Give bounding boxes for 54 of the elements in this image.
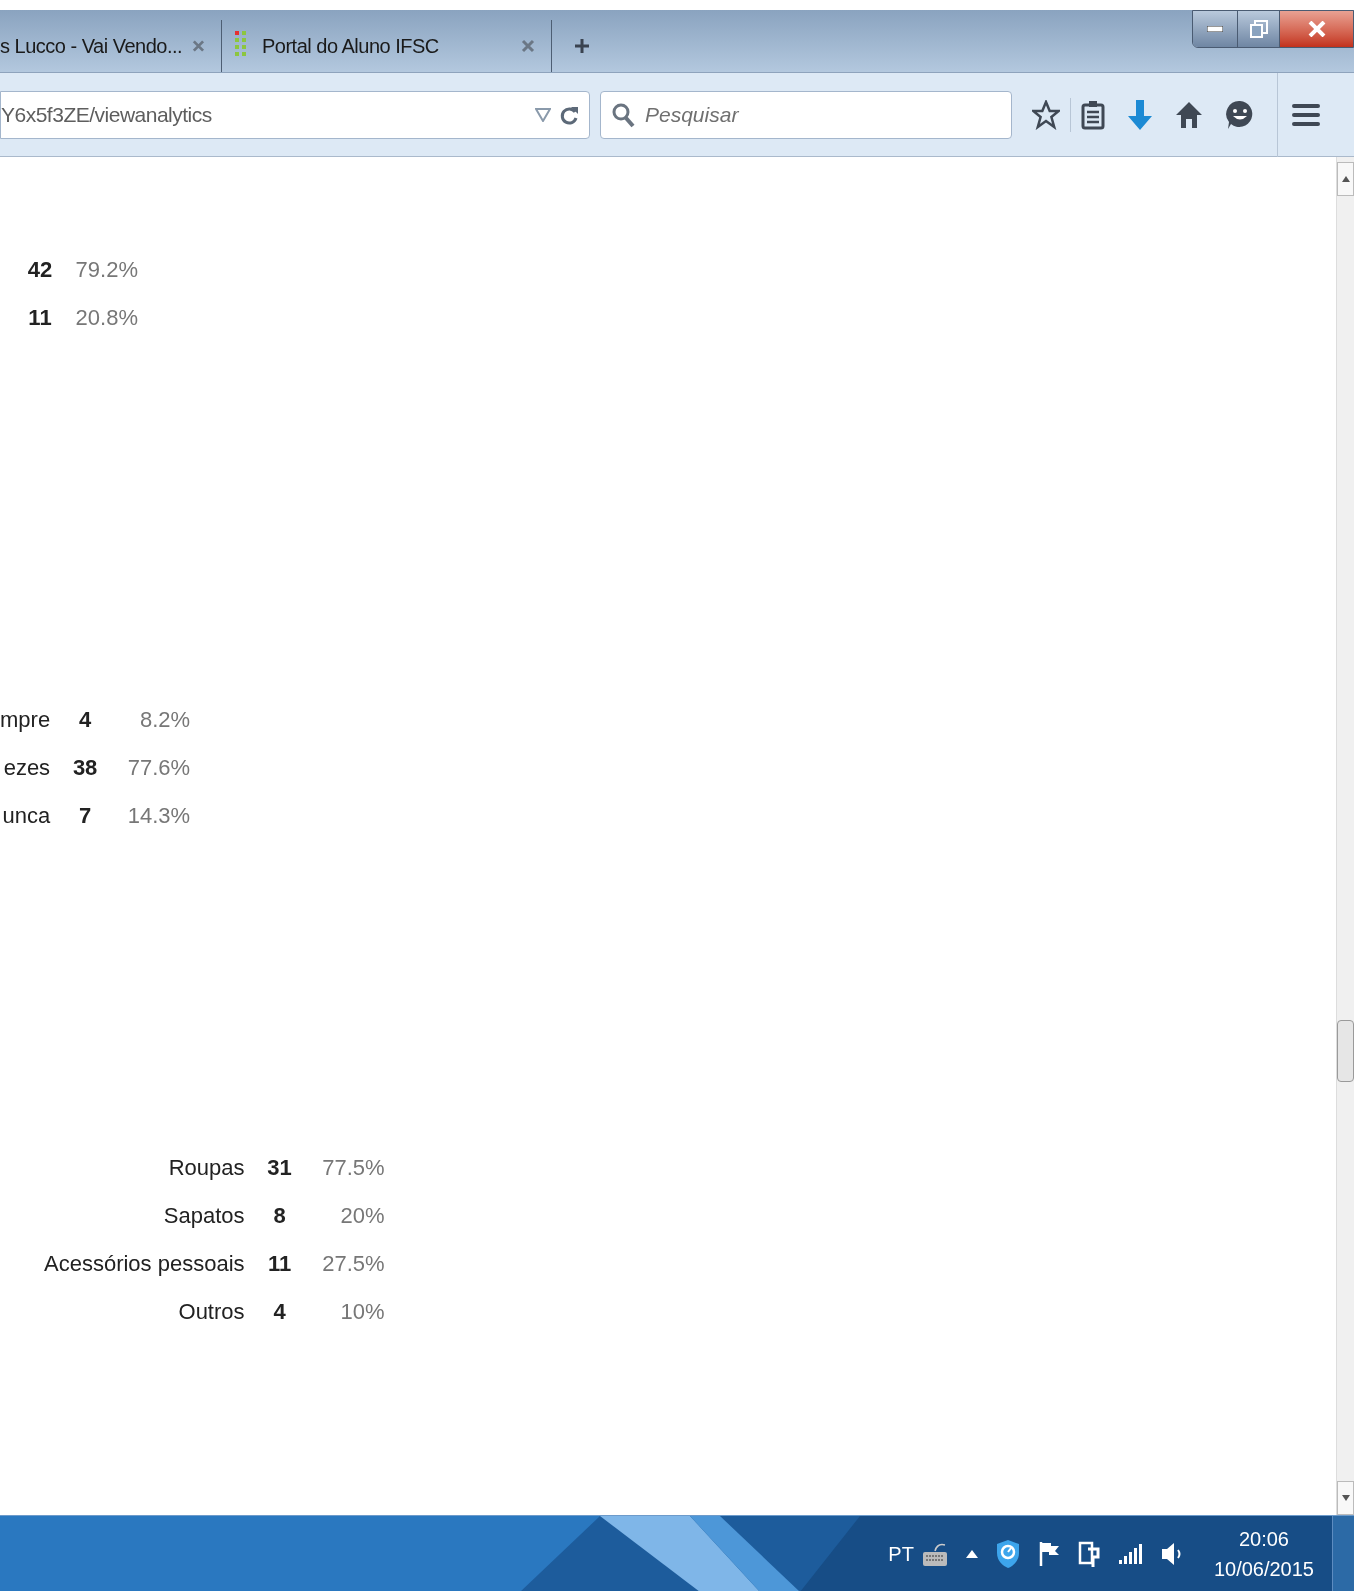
smiley-icon[interactable] (1225, 98, 1255, 131)
address-bar[interactable]: Y6x5f3ZE/viewanalytics (0, 90, 590, 139)
scroll-thumb[interactable] (1337, 1020, 1354, 1082)
answer-label: mpre (0, 706, 51, 734)
menu-icon[interactable] (1292, 101, 1320, 128)
answer-label: Sapatos (162, 1202, 245, 1230)
clock[interactable]: 20:06 10/06/2015 (1213, 1523, 1314, 1584)
close-button[interactable] (1279, 11, 1353, 47)
response-count: 31 (266, 1154, 293, 1182)
tab-title: Portal do Aluno IFSC (262, 34, 440, 59)
signal-icon[interactable] (1117, 1542, 1142, 1565)
response-count: 42 (26, 256, 54, 284)
shield-icon[interactable] (995, 1538, 1020, 1569)
response-percentage: 20.8% (75, 304, 138, 332)
language-indicator[interactable]: PT (888, 1538, 914, 1569)
answer-label: Roupas (167, 1154, 245, 1182)
search-field[interactable]: Pesquisar (600, 90, 1012, 139)
response-percentage: 10% (340, 1298, 385, 1326)
download-icon[interactable] (1127, 98, 1153, 131)
home-icon[interactable] (1175, 100, 1203, 129)
response-percentage: 79.2% (75, 256, 138, 284)
star-icon[interactable] (1032, 99, 1060, 130)
restore-icon (1249, 20, 1268, 38)
url-text: Y6x5f3ZE/viewanalytics (1, 101, 213, 128)
response-count: 11 (27, 304, 53, 332)
close-icon (1307, 21, 1326, 37)
answer-label: Outros (177, 1298, 245, 1326)
response-count: 7 (78, 802, 93, 830)
minimize-button[interactable] (1193, 11, 1237, 47)
flag-icon[interactable] (1037, 1539, 1060, 1568)
clipboard-icon[interactable] (1081, 99, 1105, 130)
show-hidden-icons-arrow[interactable] (965, 1549, 978, 1558)
answer-label: unca (1, 802, 51, 830)
scrollbar[interactable] (1336, 157, 1354, 1515)
response-percentage: 27.5% (322, 1250, 385, 1278)
restore-button[interactable] (1237, 11, 1279, 47)
dropdown-icon[interactable] (535, 107, 551, 122)
response-percentage: 77.6% (127, 754, 191, 782)
plus-icon (573, 37, 591, 55)
response-percentage: 14.3% (127, 802, 191, 830)
speaker-icon[interactable] (1159, 1540, 1182, 1567)
response-count: 4 (78, 706, 93, 734)
answer-label: ezes (2, 754, 51, 782)
minimize-icon (1207, 26, 1223, 32)
response-percentage: 8.2% (139, 706, 191, 734)
response-percentage: 77.5% (322, 1154, 385, 1182)
response-percentage: 20% (340, 1202, 385, 1230)
response-count: 8 (272, 1202, 287, 1230)
answer-label: Acessórios pessoais (44, 1250, 245, 1278)
response-count: 4 (272, 1298, 287, 1326)
response-count: 11 (266, 1250, 293, 1278)
response-count: 38 (71, 754, 99, 782)
tab-title: s Lucco - Vai Vendo... (0, 34, 183, 59)
search-icon (611, 101, 635, 128)
